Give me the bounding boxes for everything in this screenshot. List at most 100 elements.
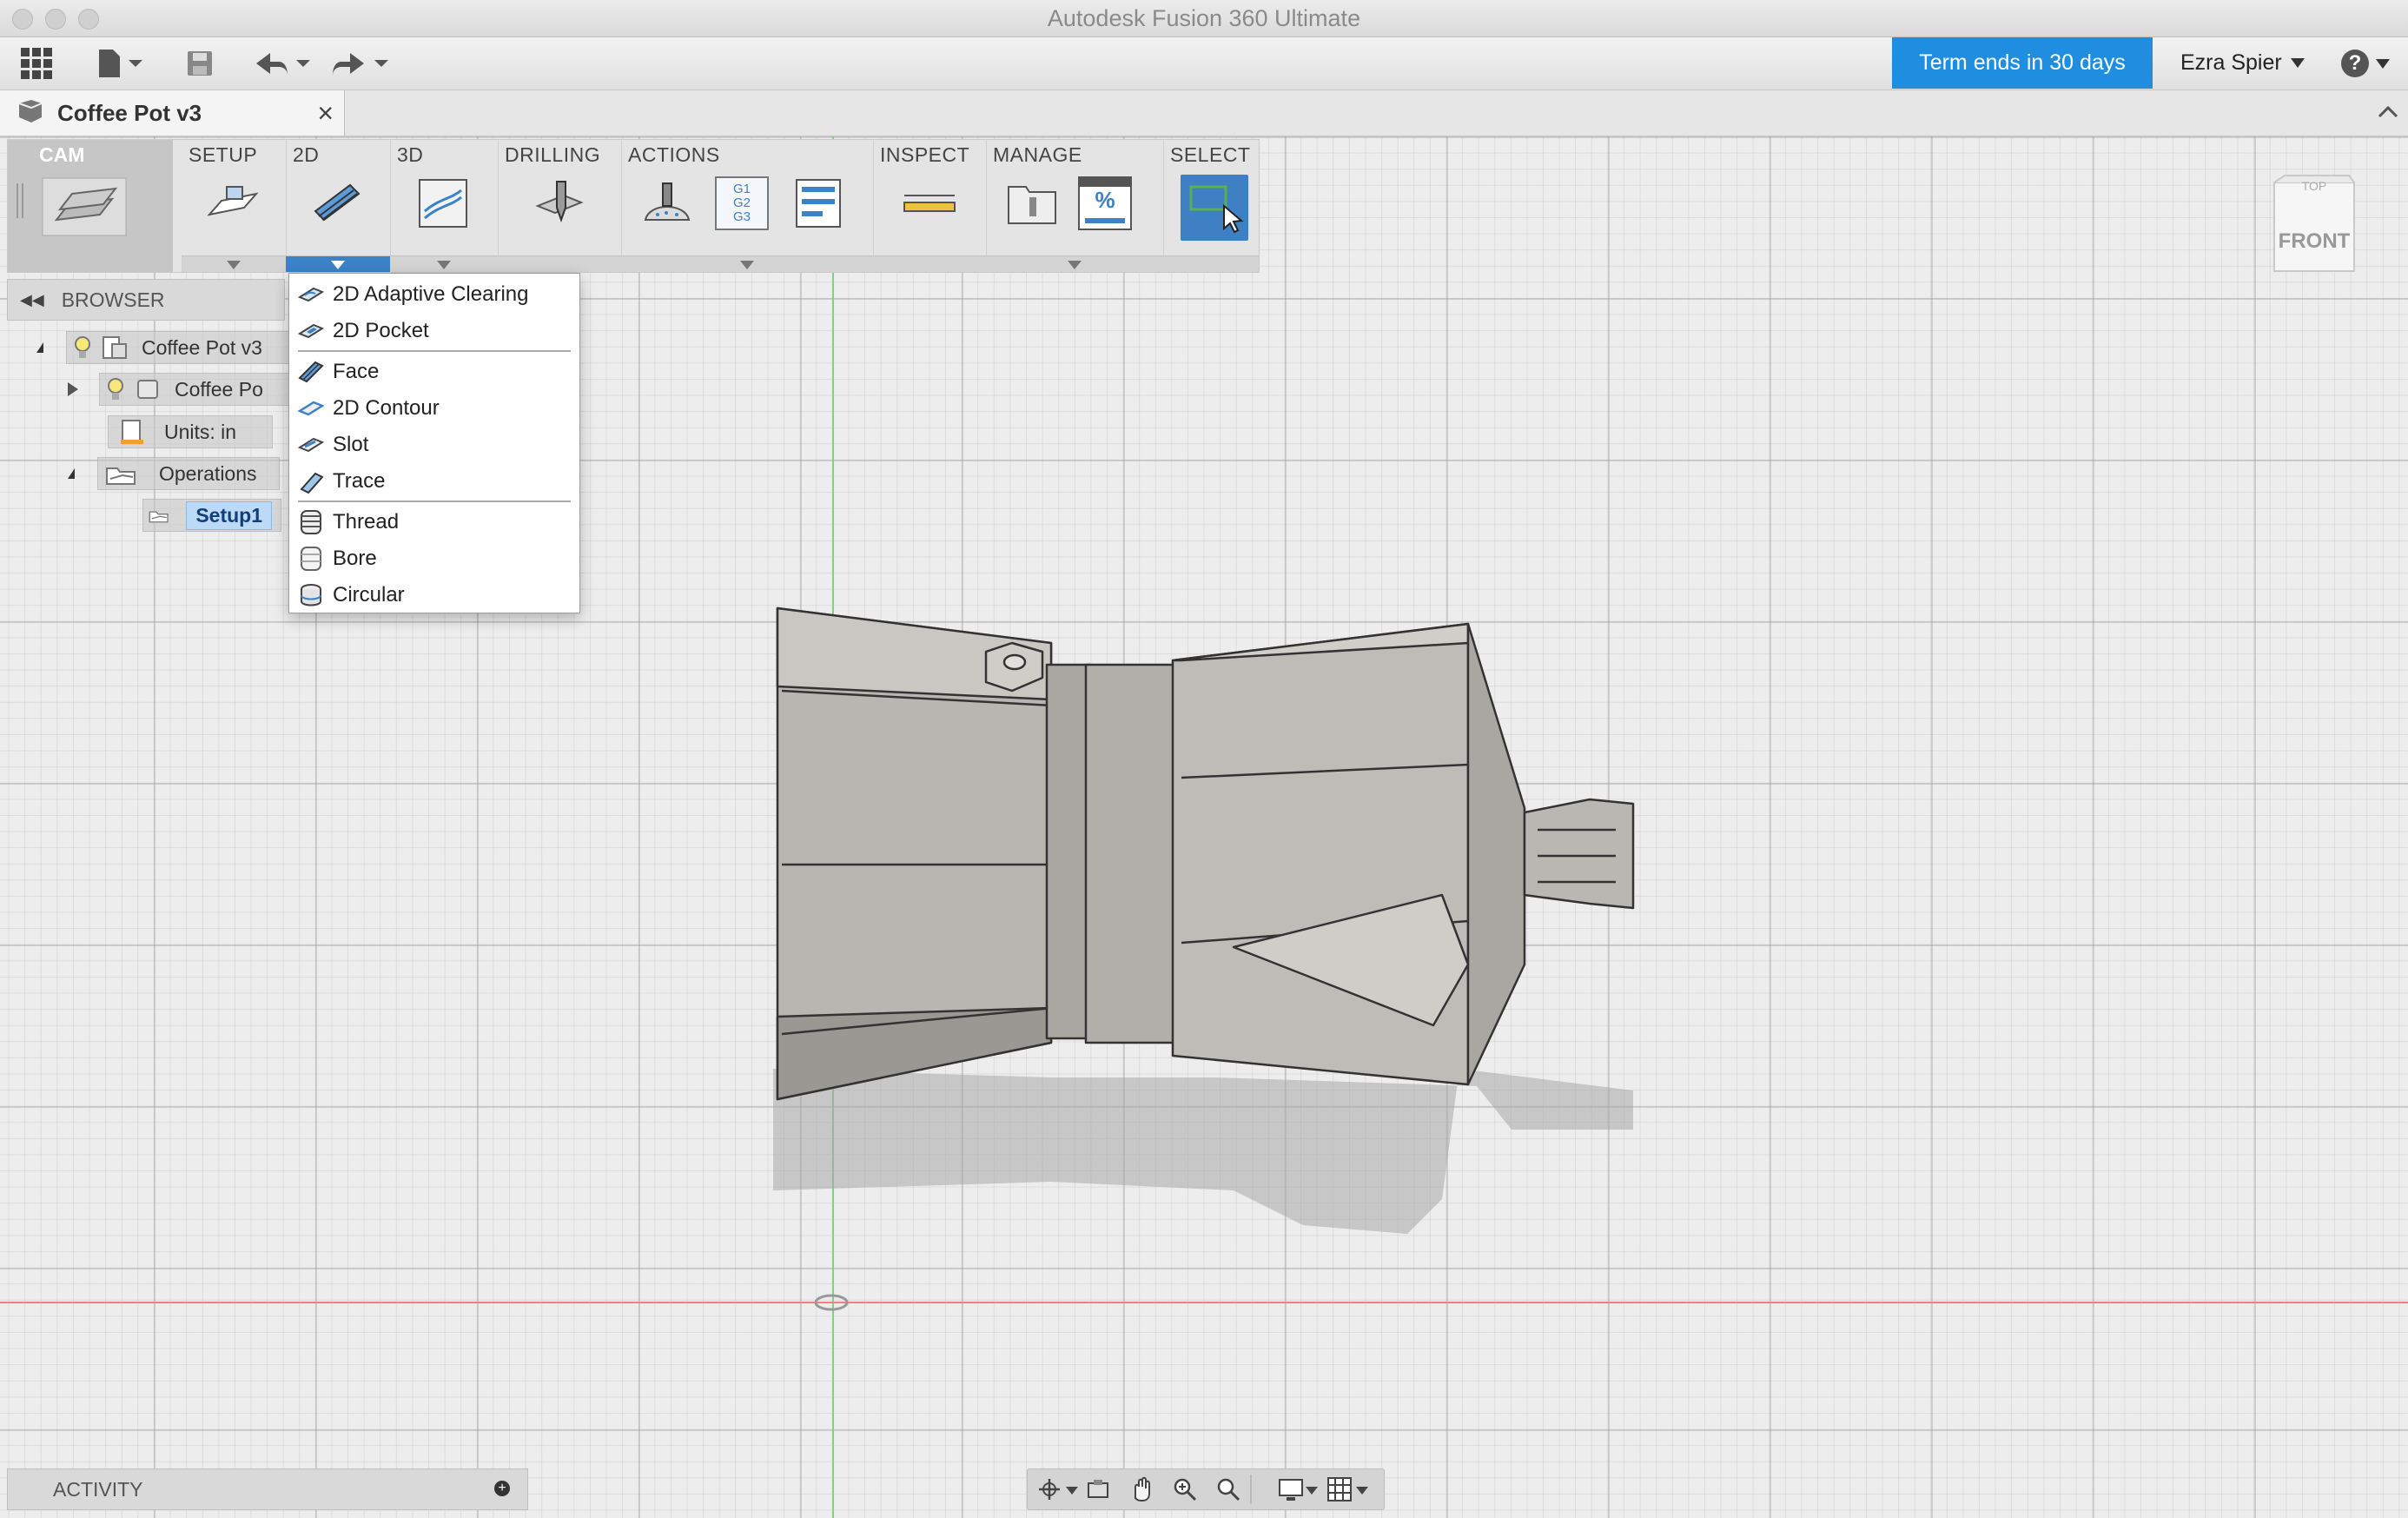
actions-dropdown-arrow[interactable] — [621, 255, 873, 272]
browser-setup1-cell[interactable]: Setup1 — [142, 499, 281, 532]
view-cube[interactable]: TOP FRONT — [2269, 174, 2359, 282]
close-tab-icon[interactable]: × — [317, 97, 334, 129]
setup-icon[interactable] — [206, 176, 260, 230]
menu-item-label: Circular — [333, 583, 405, 607]
chevron-down-icon[interactable] — [1356, 1487, 1368, 1495]
menu-item-label: Trace — [333, 469, 386, 493]
document-icon — [16, 98, 45, 129]
navigation-toolbar — [1027, 1468, 1385, 1510]
ribbon-group-setup[interactable]: SETUP — [182, 140, 287, 272]
select-window-icon[interactable] — [1181, 175, 1248, 241]
contour-icon — [298, 401, 324, 416]
drill-icon[interactable] — [533, 176, 586, 230]
units-icon — [121, 420, 143, 444]
menu-item-slot[interactable]: Slot — [289, 428, 579, 462]
setup-sheet-icon[interactable] — [791, 176, 845, 230]
document-icon — [103, 336, 127, 359]
chevron-down-icon — [2290, 58, 2305, 68]
expanded-triangle-icon[interactable] — [68, 468, 75, 479]
browser-title: BROWSER — [61, 288, 165, 311]
app-grid-icon[interactable] — [17, 44, 56, 83]
ribbon-group-inspect[interactable]: INSPECT — [873, 140, 987, 272]
collapse-up-icon[interactable] — [2375, 99, 2401, 125]
save-icon[interactable] — [182, 44, 217, 83]
select-dropdown[interactable] — [1163, 255, 1259, 272]
menu-item-2d-pocket[interactable]: 2D Pocket — [289, 314, 579, 348]
collapse-browser-icon[interactable]: ◀◀ — [20, 291, 44, 309]
pan-hand-icon[interactable] — [1128, 1476, 1154, 1502]
user-menu[interactable]: Ezra Spier — [2180, 37, 2305, 89]
view-cube-front-label[interactable]: FRONT — [2269, 229, 2359, 254]
expanded-triangle-icon[interactable] — [36, 342, 43, 353]
browser-setup1-node[interactable]: Setup1 — [142, 498, 281, 533]
undo-icon[interactable] — [250, 44, 314, 83]
ribbon-group-label: SELECT — [1170, 143, 1251, 166]
3d-dropdown-arrow[interactable] — [390, 255, 498, 272]
orbit-icon[interactable] — [1036, 1476, 1062, 1502]
menu-item-bore[interactable]: Bore — [289, 541, 579, 576]
browser-operations-cell[interactable]: Operations — [97, 457, 280, 490]
visibility-bulb-icon[interactable] — [74, 335, 91, 360]
ribbon-group-3d[interactable]: 3D — [390, 140, 499, 272]
browser-body-node[interactable]: Coffee Po — [68, 372, 290, 407]
operations-folder-icon — [106, 467, 136, 485]
visibility-bulb-icon[interactable] — [107, 377, 124, 401]
redo-icon[interactable] — [328, 44, 393, 83]
document-tab[interactable]: Coffee Pot v3 × — [0, 90, 345, 136]
face-icon — [298, 361, 324, 383]
zoom-icon[interactable] — [1172, 1476, 1198, 1502]
collapsed-triangle-icon[interactable] — [68, 382, 78, 396]
tool-library-icon[interactable] — [1005, 176, 1059, 230]
inspect-dropdown[interactable] — [873, 255, 986, 272]
document-tab-name: Coffee Pot v3 — [57, 99, 202, 126]
workspace-switcher[interactable]: CAM — [8, 140, 173, 272]
menu-item-2d-adaptive-clearing[interactable]: 2D Adaptive Clearing — [289, 277, 579, 312]
ribbon-group-label: SETUP — [189, 143, 258, 166]
measure-icon[interactable] — [903, 176, 956, 230]
manage-dropdown-arrow[interactable] — [986, 255, 1163, 272]
zoom-window-icon[interactable] — [1215, 1476, 1241, 1502]
coffee-pot-model — [776, 607, 1635, 1101]
look-at-icon[interactable] — [1085, 1476, 1111, 1502]
menu-item-circular[interactable]: Circular — [289, 578, 579, 613]
browser-operations-node[interactable]: Operations — [68, 456, 280, 491]
add-icon[interactable]: + — [494, 1481, 510, 1496]
help-menu[interactable]: ? — [2335, 44, 2396, 83]
menu-item-trace[interactable]: Trace — [289, 464, 579, 499]
post-process-icon[interactable]: G1 G2 G3 — [715, 176, 769, 230]
2d-dropdown-arrow[interactable] — [286, 255, 390, 272]
activity-panel-header[interactable]: ACTIVITY + — [7, 1468, 528, 1510]
ribbon-group-2d[interactable]: 2D — [286, 140, 391, 272]
2d-milling-icon[interactable] — [310, 176, 364, 230]
menu-item-label: 2D Adaptive Clearing — [333, 282, 529, 306]
browser-root-cell[interactable]: Coffee Pot v3 — [66, 331, 301, 364]
ribbon-group-select[interactable]: SELECT — [1163, 140, 1259, 272]
menu-item-2d-contour[interactable]: 2D Contour — [289, 391, 579, 426]
grip-handle[interactable] — [17, 183, 23, 218]
tree-node-label: Units: in — [164, 420, 237, 443]
post-library-icon[interactable]: % — [1078, 176, 1132, 230]
menu-item-face[interactable]: Face — [289, 355, 579, 389]
browser-body-cell[interactable]: Coffee Po — [99, 373, 290, 406]
simulate-icon[interactable] — [640, 176, 694, 230]
setup-dropdown-arrow[interactable] — [182, 255, 286, 272]
chevron-down-icon[interactable] — [1306, 1487, 1318, 1495]
display-settings-icon[interactable] — [1278, 1476, 1304, 1502]
term-ends-button[interactable]: Term ends in 30 days — [1892, 37, 2153, 89]
3d-milling-icon[interactable] — [416, 176, 470, 230]
ribbon-group-drilling[interactable]: DRILLING — [498, 140, 622, 272]
ribbon-group-actions[interactable]: ACTIONS G1 G2 G3 — [621, 140, 874, 272]
view-cube-top-label[interactable]: TOP — [2269, 179, 2359, 193]
ribbon-group-manage[interactable]: MANAGE % — [986, 140, 1164, 272]
drilling-dropdown[interactable] — [498, 255, 621, 272]
browser-units-node[interactable]: Units: in — [108, 414, 273, 449]
pocket-icon — [298, 323, 324, 339]
menu-item-label: Thread — [333, 510, 400, 534]
browser-panel-header[interactable]: ◀◀ BROWSER — [7, 279, 285, 321]
grid-settings-icon[interactable] — [1326, 1476, 1353, 1502]
file-menu-icon[interactable] — [92, 44, 148, 83]
browser-units-cell[interactable]: Units: in — [108, 415, 273, 448]
chevron-down-icon[interactable] — [1066, 1487, 1078, 1495]
browser-root-node[interactable]: Coffee Pot v3 — [36, 330, 301, 365]
menu-item-thread[interactable]: Thread — [289, 505, 579, 540]
